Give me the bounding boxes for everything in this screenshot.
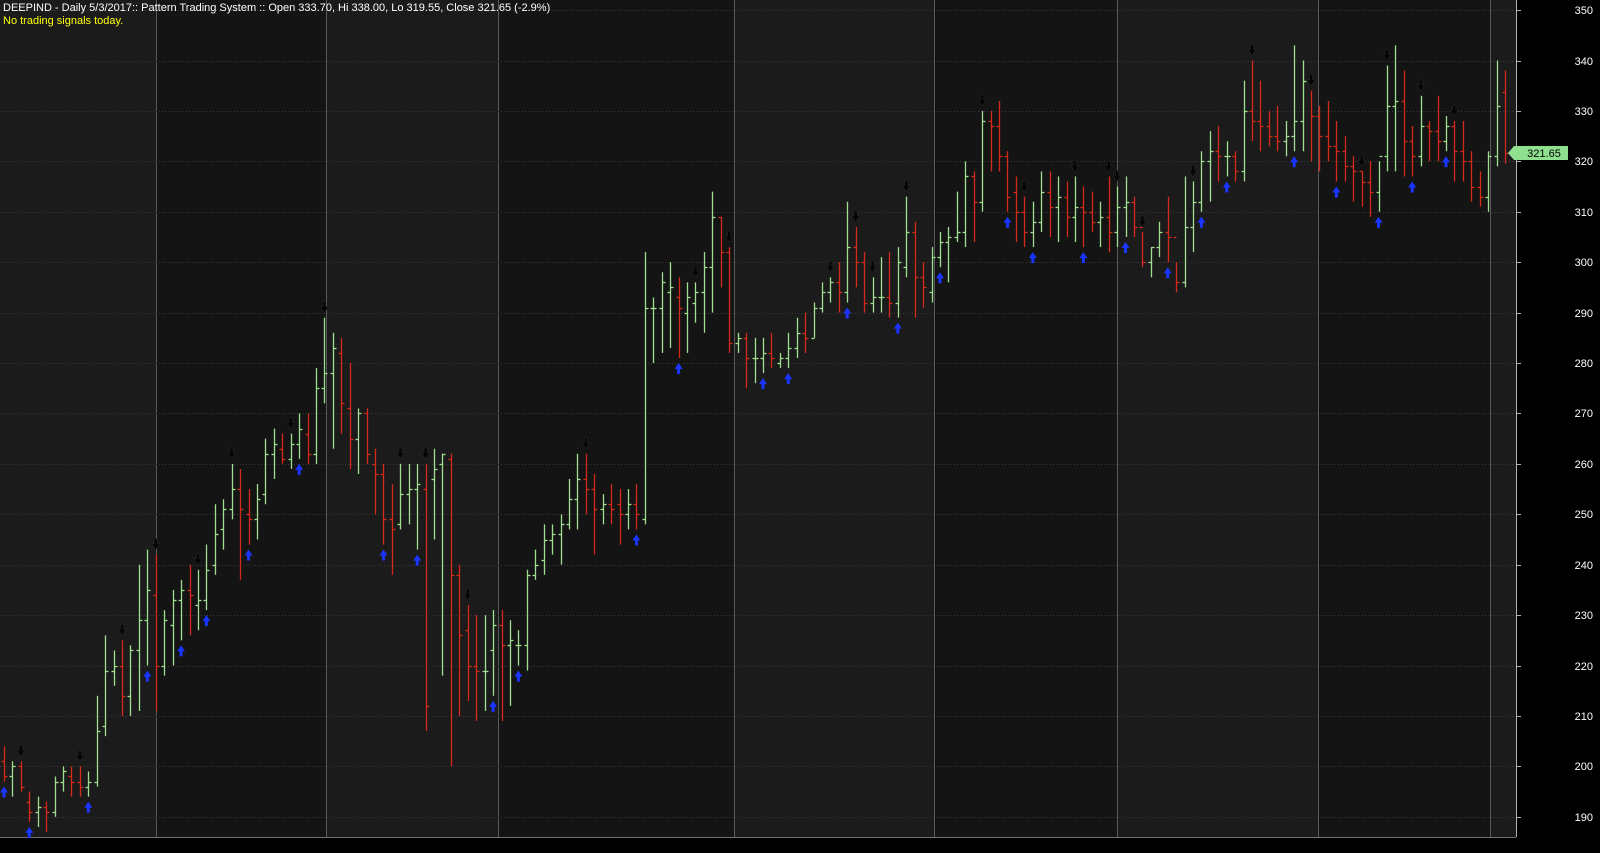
y-axis-tick-label: 260 [1575,459,1593,471]
y-axis-area [1516,0,1600,853]
y-axis-tick-label: 330 [1575,106,1593,118]
y-axis-tick-label: 340 [1575,56,1593,68]
y-axis-tick-label: 230 [1575,610,1593,622]
time-period-band [156,0,326,837]
time-period-band [934,0,1117,837]
chart-canvas[interactable]: 190 200 210 220 230 240 250 260 270 280 290 300 310 3… [0,0,1600,853]
time-period-band [0,0,156,837]
y-axis-tick-label: 350 [1575,5,1593,17]
y-axis-tick-label: 220 [1575,661,1593,673]
time-period-band [1117,0,1318,837]
y-axis-tick-label: 200 [1575,761,1593,773]
y-axis-tick-label: 190 [1575,812,1593,824]
y-axis-tick-label: 300 [1575,257,1593,269]
time-period-band [498,0,734,837]
time-period-band [1490,0,1516,837]
y-axis-tick-label: 210 [1575,711,1593,723]
time-period-band [326,0,498,837]
y-axis-tick-label: 240 [1575,560,1593,572]
y-axis-tick-label: 310 [1575,207,1593,219]
y-axis-tick-label: 290 [1575,308,1593,320]
y-axis-tick-label: 280 [1575,358,1593,370]
y-axis-tick-label: 320 [1575,156,1593,168]
y-axis-tick-label: 270 [1575,408,1593,420]
time-period-band [734,0,934,837]
last-price-label: 321.65 [1527,148,1561,160]
price-chart[interactable]: 190 200 210 220 230 240 250 260 270 280 290 300 310 3… [0,0,1600,853]
y-axis-tick-label: 250 [1575,509,1593,521]
